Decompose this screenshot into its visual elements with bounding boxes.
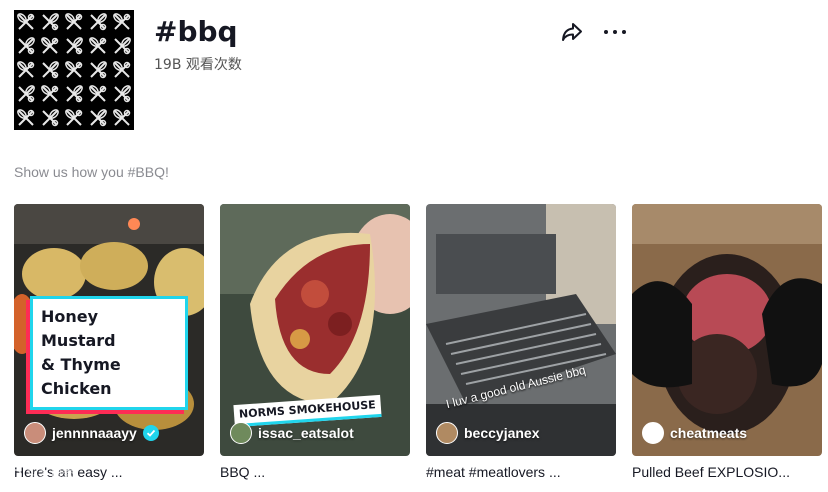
whisk-icon: [15, 11, 35, 30]
author-name: issac_eatsalot: [258, 425, 354, 441]
overlay-line: & Thyme Chicken: [41, 355, 121, 398]
whisk-icon: [15, 59, 35, 78]
whisk-icon: [87, 35, 107, 54]
video-card[interactable]: NORMS SMOKEHOUSE issac_eatsalot BBQ ...: [220, 204, 410, 480]
share-icon: [562, 23, 582, 41]
whisk-icon: [111, 107, 131, 126]
video-caption[interactable]: BBQ ...: [220, 464, 410, 480]
whisk-icon: [90, 59, 109, 79]
author-name: jennnnaaayy: [52, 425, 137, 441]
avatar: [230, 422, 252, 444]
whisk-icon: [111, 11, 131, 30]
watermark-text: 头条搜索: [26, 468, 75, 482]
whisk-icon: [63, 107, 83, 126]
dot: [613, 30, 617, 34]
whisk-icon: [15, 107, 35, 126]
whisk-icon: [18, 83, 37, 103]
whisk-icon: [42, 107, 61, 127]
whisk-icon: [111, 59, 131, 78]
dot: [604, 30, 608, 34]
whisk-icon: [42, 11, 61, 31]
avatar: [642, 422, 664, 444]
hashtag-cover-image: [14, 10, 134, 130]
author-name: beccyjanex: [464, 425, 540, 441]
grill-image: [426, 204, 616, 456]
whisk-icon: [39, 83, 59, 102]
whisk-icon: [18, 35, 37, 55]
view-count: 19B 观看次数: [154, 57, 242, 73]
whisk-icon: [87, 83, 107, 102]
video-thumbnail[interactable]: I luv a good old Aussie bbq beccyjanex: [426, 204, 616, 456]
watermark-logo-icon: [10, 468, 22, 481]
whisk-icon: [90, 107, 109, 127]
dot: [622, 30, 626, 34]
whisk-pattern-icon: [15, 11, 133, 127]
avatar: [436, 422, 458, 444]
video-card[interactable]: I luv a good old Aussie bbq beccyjanex #…: [426, 204, 616, 480]
whisk-icon: [66, 35, 85, 55]
whisk-icon: [90, 11, 109, 31]
author-name: cheatmeats: [670, 425, 748, 441]
whisk-icon: [63, 59, 83, 78]
video-author[interactable]: jennnnaaayy: [24, 422, 159, 444]
overlay-line: Honey Mustard: [41, 307, 116, 350]
whisk-icon: [42, 59, 61, 79]
watermark: 头条搜索: [10, 466, 74, 483]
pulled-beef-image: [632, 204, 822, 456]
avatar: [24, 422, 46, 444]
whisk-icon: [114, 83, 133, 103]
whisk-icon: [63, 11, 83, 30]
video-caption[interactable]: #meat #meatlovers ...: [426, 464, 616, 480]
whisk-icon: [114, 35, 133, 55]
whisk-icon: [39, 35, 59, 54]
share-button[interactable]: [560, 20, 584, 44]
video-card[interactable]: Honey Mustard & Thyme Chicken jennnnaaay…: [14, 204, 204, 480]
hashtag-description: Show us how you #BBQ!: [14, 164, 169, 180]
video-card[interactable]: cheatmeats Pulled Beef EXPLOSIO...: [632, 204, 822, 480]
video-thumbnail[interactable]: Honey Mustard & Thyme Chicken jennnnaaay…: [14, 204, 204, 456]
video-caption[interactable]: Pulled Beef EXPLOSIO...: [632, 464, 822, 480]
video-author[interactable]: beccyjanex: [436, 422, 540, 444]
whisk-icon: [66, 83, 85, 103]
video-thumbnail[interactable]: NORMS SMOKEHOUSE issac_eatsalot: [220, 204, 410, 456]
video-author[interactable]: cheatmeats: [642, 422, 747, 444]
video-author[interactable]: issac_eatsalot: [230, 422, 354, 444]
more-dots-icon[interactable]: [602, 22, 628, 42]
page-title: #bbq: [154, 15, 238, 48]
verified-badge-icon: [142, 425, 159, 441]
video-text-overlay: Honey Mustard & Thyme Chicken: [30, 296, 188, 410]
hashtag-header: #bbq 19B 观看次数: [14, 10, 814, 130]
video-thumbnail[interactable]: cheatmeats: [632, 204, 822, 456]
